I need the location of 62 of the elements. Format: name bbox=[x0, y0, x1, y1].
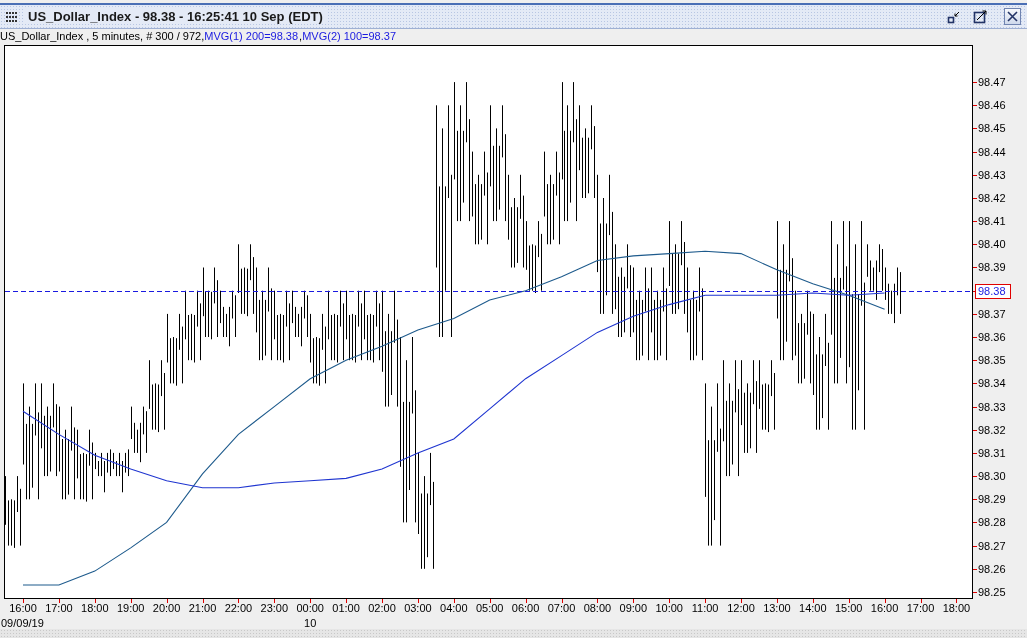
y-axis-label: 98.30 bbox=[978, 470, 1006, 483]
y-axis-label: 98.47 bbox=[978, 76, 1006, 89]
maximize-icon[interactable] bbox=[973, 9, 988, 24]
x-axis-label: 04:00 bbox=[440, 602, 468, 614]
x-axis-label: 08:00 bbox=[583, 602, 612, 614]
y-axis-label: 98.41 bbox=[978, 215, 1006, 228]
x-axis-label: 16:00 bbox=[870, 602, 899, 614]
x-axis-label: 02:00 bbox=[368, 602, 396, 614]
x-axis-label: 06:00 bbox=[511, 602, 540, 614]
x-axis-label: 23:00 bbox=[260, 602, 289, 614]
y-axis-label: 98.32 bbox=[978, 423, 1006, 436]
x-axis-label: 11:00 bbox=[691, 602, 719, 614]
last-price-label: 98.38 bbox=[975, 284, 1011, 299]
y-axis-label: 98.40 bbox=[978, 238, 1006, 251]
y-axis-label: 98.37 bbox=[978, 307, 1006, 320]
y-axis-label: 98.42 bbox=[978, 191, 1006, 204]
x-axis-label: 07:00 bbox=[547, 602, 576, 614]
y-axis-label: 98.33 bbox=[978, 400, 1006, 413]
y-axis-label: 98.44 bbox=[978, 145, 1006, 158]
x-axis-label: 21:00 bbox=[188, 602, 217, 614]
x-axis-label: 19:00 bbox=[116, 602, 145, 614]
x-axis-label: 18:00 bbox=[81, 602, 109, 614]
y-axis-label: 98.45 bbox=[978, 122, 1006, 135]
date-label: 09/09/19 bbox=[1, 617, 44, 629]
study-legend: MVG(2) 100=98.37 bbox=[302, 29, 397, 43]
x-axis-label: 20:00 bbox=[152, 602, 181, 614]
x-axis-label: 17:00 bbox=[906, 602, 935, 614]
x-axis-label: 13:00 bbox=[763, 602, 791, 614]
y-axis-label: 98.43 bbox=[978, 168, 1006, 181]
y-axis-label: 98.29 bbox=[978, 493, 1006, 506]
legend-separator: , bbox=[299, 29, 303, 43]
window-title: US_Dollar_Index - 98.38 - 16:25:41 10 Sep (EDT) bbox=[24, 9, 327, 24]
y-axis-label: 98.35 bbox=[978, 354, 1006, 367]
x-axis-label: 05:00 bbox=[475, 602, 504, 614]
x-axis-label: 01:00 bbox=[332, 602, 360, 614]
x-axis-label: 03:00 bbox=[404, 602, 432, 614]
y-axis-label: 98.31 bbox=[978, 446, 1006, 459]
y-tick-label: 98.38 bbox=[978, 284, 1006, 297]
y-axis-label: 98.25 bbox=[978, 585, 1006, 598]
y-axis-label: 98.26 bbox=[978, 562, 1006, 575]
x-axis-label: 14:00 bbox=[799, 602, 827, 614]
x-axis-label: 16:00 bbox=[9, 602, 37, 614]
y-axis-label: 98.34 bbox=[978, 377, 1006, 390]
x-axis-label: 12:00 bbox=[727, 602, 755, 614]
date-label: 10 bbox=[304, 617, 317, 629]
x-axis-label: 17:00 bbox=[45, 602, 73, 614]
y-axis-label: 98.28 bbox=[978, 516, 1006, 529]
close-button[interactable] bbox=[1004, 8, 1021, 25]
study-legend: MVG(1) 200=98.38 bbox=[204, 29, 299, 43]
grip-icon bbox=[6, 11, 18, 22]
x-axis-label: 09:00 bbox=[619, 602, 648, 614]
chart-legend: US_Dollar_Index , 5 minutes, # 300 / 972, bbox=[0, 29, 205, 43]
x-axis-label: 10:00 bbox=[655, 602, 683, 614]
x-axis-label: 18:00 bbox=[942, 602, 971, 614]
y-axis-label: 98.27 bbox=[978, 539, 1006, 552]
y-axis-label: 98.39 bbox=[978, 261, 1006, 274]
x-axis-label: 22:00 bbox=[224, 602, 253, 614]
y-axis-label: 98.36 bbox=[978, 331, 1006, 344]
x-axis-label: 15:00 bbox=[834, 602, 863, 614]
restore-icon[interactable] bbox=[947, 9, 961, 24]
y-axis-label: 98.46 bbox=[978, 99, 1006, 112]
x-axis-label: 00:00 bbox=[296, 602, 324, 614]
